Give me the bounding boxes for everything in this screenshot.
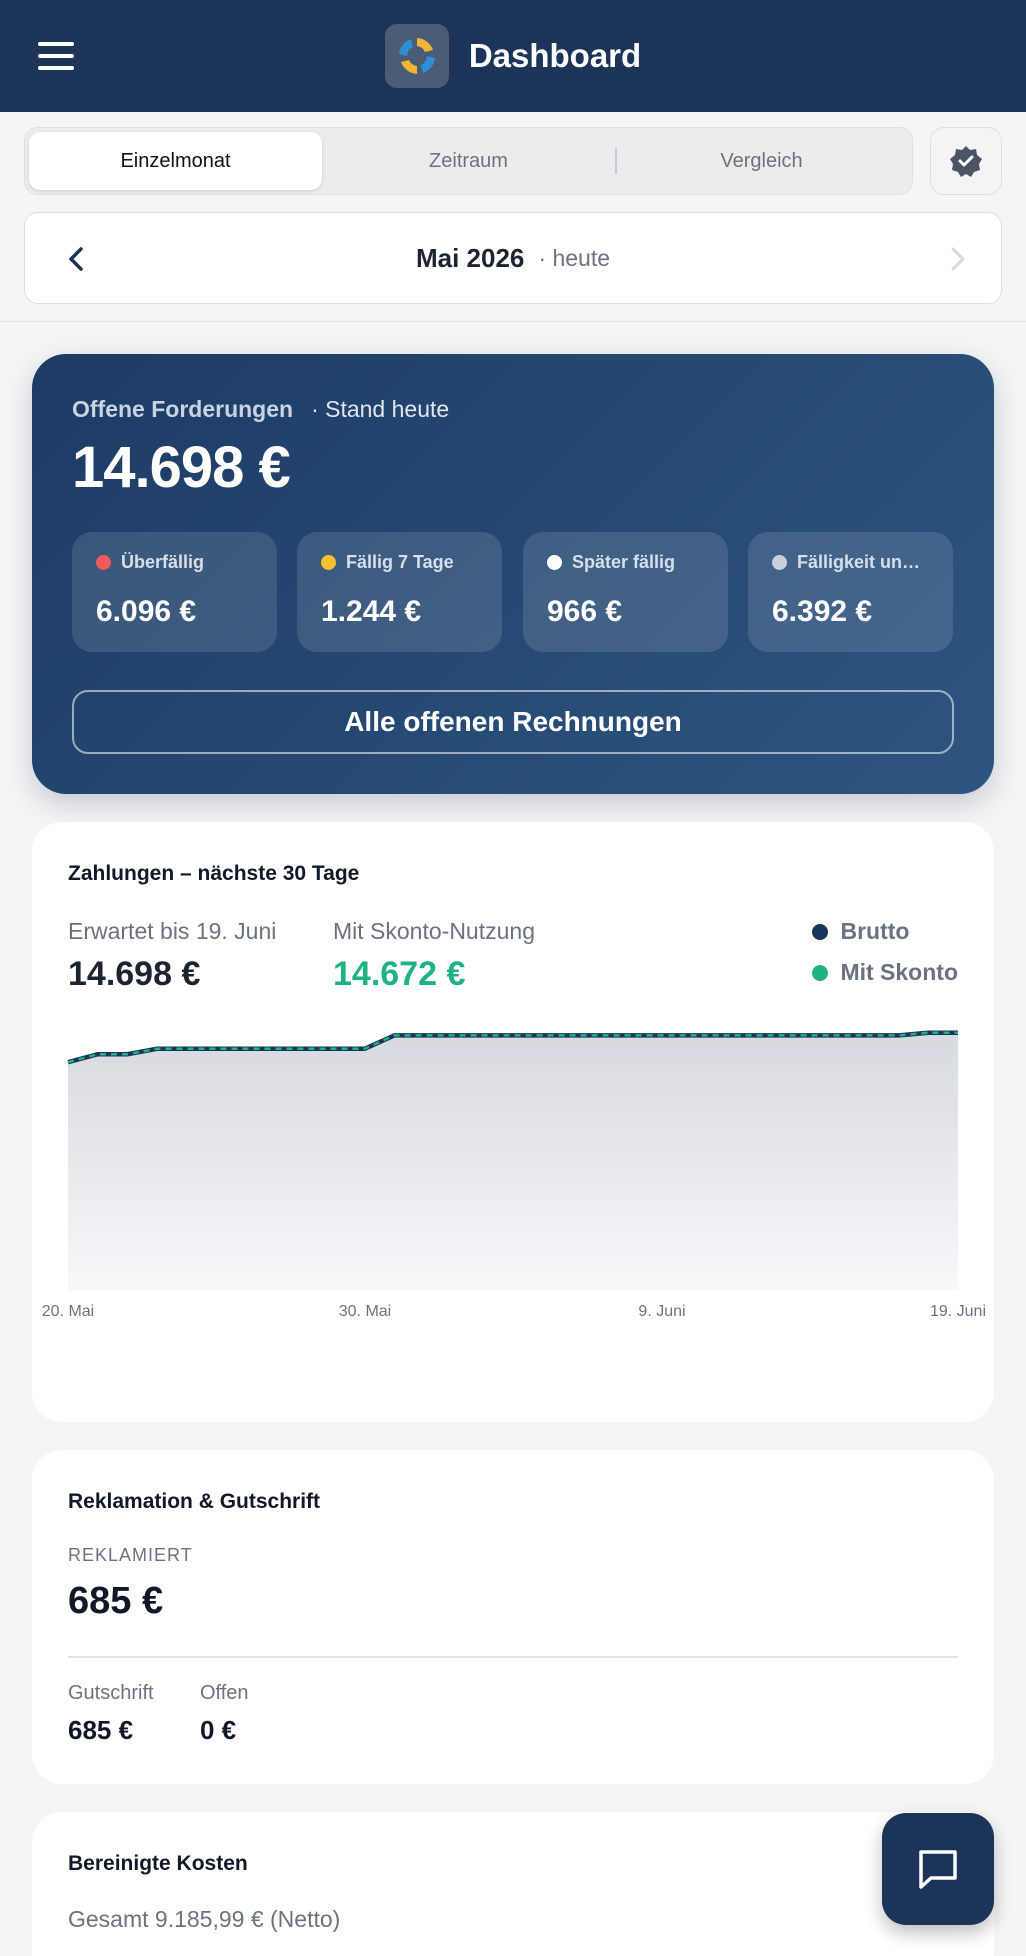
month-subtitle: · heute <box>538 244 610 271</box>
complaint-label: REKLAMIERT <box>68 1545 193 1565</box>
costs-card: Bereinigte Kosten Gesamt 9.185,99 € (Net… <box>32 1812 994 1956</box>
tile-due-later[interactable]: Später fällig 966 € <box>523 532 728 652</box>
month-navigator: Mai 2026 · heute <box>24 212 1002 304</box>
tab-einzelmonat[interactable]: Einzelmonat <box>29 132 322 190</box>
tile-value: 966 € <box>547 595 623 628</box>
receivables-amount: 14.698 € <box>72 435 291 500</box>
payments-chart: 20. Mai 30. Mai 9. Juni 19. Juni <box>42 1030 986 1320</box>
divider <box>0 321 1026 322</box>
tile-value: 6.392 € <box>772 595 873 628</box>
receivables-label: Offene Forderungen <box>72 396 294 422</box>
verified-badge-button[interactable] <box>930 127 1002 195</box>
tile-due-7-days[interactable]: Fällig 7 Tage 1.244 € <box>297 532 502 652</box>
hamburger-icon[interactable] <box>38 42 74 70</box>
chart-area <box>68 1032 958 1290</box>
brand: Dashboard <box>384 24 642 88</box>
tile-value: 6.096 € <box>96 595 197 628</box>
status-dot <box>96 555 111 570</box>
top-bar: Dashboard <box>0 0 1026 112</box>
credit-stat: Gutschrift 685 € <box>68 1682 154 1746</box>
app-logo-icon <box>384 24 449 88</box>
open-value: 0 € <box>200 1715 237 1745</box>
credit-label: Gutschrift <box>68 1682 154 1704</box>
costs-subtitle: Gesamt 9.185,99 € (Netto) <box>68 1906 341 1932</box>
verified-badge-icon <box>950 146 982 177</box>
credit-value: 685 € <box>68 1715 134 1745</box>
chat-icon <box>919 1850 957 1889</box>
tab-zeitraum[interactable]: Zeitraum <box>322 132 615 190</box>
complaint-card: Reklamation & Gutschrift REKLAMIERT 685 … <box>32 1450 994 1784</box>
page-title: Dashboard <box>468 37 642 74</box>
x-tick-label: 9. Juni <box>638 1303 685 1320</box>
x-tick-label: 19. Juni <box>930 1303 986 1320</box>
tile-value: 1.244 € <box>321 595 422 628</box>
open-stat: Offen 0 € <box>200 1682 249 1746</box>
complaint-amount: 685 € <box>68 1580 164 1622</box>
view-mode-tabs: Einzelmonat Zeitraum Vergleich <box>24 127 913 195</box>
tile-label: Fällig 7 Tage <box>346 552 454 572</box>
tile-overdue[interactable]: Überfällig 6.096 € <box>72 532 277 652</box>
tile-label: Überfällig <box>121 552 205 572</box>
x-tick-label: 20. Mai <box>42 1303 94 1320</box>
status-dot <box>547 555 562 570</box>
tile-label: Fälligkeit unk… <box>797 552 929 572</box>
chevron-right-icon[interactable] <box>941 243 973 275</box>
complaint-title: Reklamation & Gutschrift <box>68 1490 321 1513</box>
tile-due-unknown[interactable]: Fälligkeit unk… 6.392 € <box>748 532 953 652</box>
payments-card: Zahlungen – nächste 30 Tage Erwartet bis… <box>32 822 994 1422</box>
costs-title: Bereinigte Kosten <box>68 1852 248 1875</box>
month-title: Mai 2026 <box>415 242 525 273</box>
x-tick-label: 30. Mai <box>339 1303 391 1320</box>
status-dot <box>321 555 336 570</box>
open-label: Offen <box>200 1682 249 1704</box>
chevron-left-icon[interactable] <box>61 243 93 275</box>
divider <box>68 1656 958 1658</box>
status-dot <box>772 555 787 570</box>
receivables-subtitle: · Stand heute <box>311 396 450 422</box>
chat-button[interactable] <box>882 1813 994 1925</box>
tab-vergleich[interactable]: Vergleich <box>615 132 908 190</box>
all-open-invoices-button[interactable]: Alle offenen Rechnungen <box>72 690 954 754</box>
receivables-card: Offene Forderungen · Stand heute 14.698 … <box>32 354 994 794</box>
tile-label: Später fällig <box>572 552 676 572</box>
